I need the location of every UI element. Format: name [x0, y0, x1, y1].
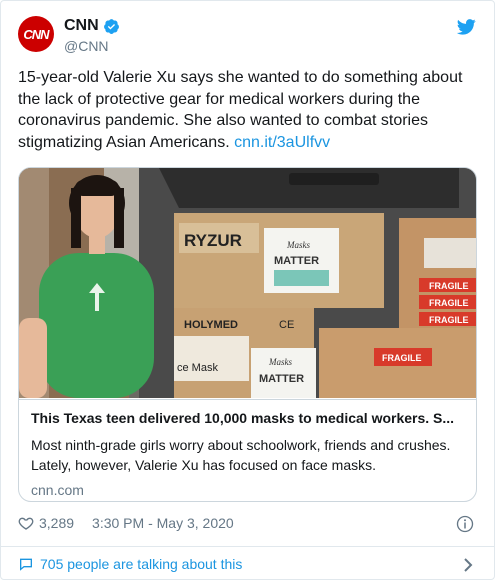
twitter-bird-icon[interactable] [457, 19, 476, 35]
chevron-right-icon[interactable] [463, 557, 473, 573]
speech-bubble-icon [20, 558, 32, 571]
tweet-meta: 3,289 3:30 PM - May 3, 2020 [18, 515, 234, 531]
svg-text:FRAGILE: FRAGILE [429, 298, 469, 308]
link-card-title[interactable]: This Texas teen delivered 10,000 masks t… [31, 410, 466, 426]
link-card-info[interactable]: This Texas teen delivered 10,000 masks t… [19, 399, 476, 498]
svg-text:ce Mask: ce Mask [177, 362, 218, 374]
svg-text:MATTER: MATTER [274, 255, 319, 267]
talking-count-text[interactable]: 705 people are talking about this [40, 556, 242, 572]
photo-illustration: RYZUR Masks MATTER FRAGILE FRAGILE FRAGI… [19, 168, 476, 398]
info-icon[interactable] [456, 515, 474, 533]
link-card-description: Most ninth-grade girls worry about schoo… [31, 437, 451, 473]
svg-text:Masks: Masks [268, 357, 292, 367]
tweet-card[interactable]: CNN CNN @CNN 15-year-old Valerie Xu says… [0, 0, 495, 580]
svg-text:HOLYMED: HOLYMED [184, 319, 238, 331]
tweet-timestamp[interactable]: 3:30 PM - May 3, 2020 [92, 515, 234, 531]
svg-text:CE: CE [279, 319, 294, 331]
ryzur-text: RYZUR [184, 231, 242, 250]
svg-text:Masks: Masks [286, 240, 310, 250]
verified-badge-icon [103, 18, 119, 34]
author-handle[interactable]: @CNN [64, 38, 109, 54]
svg-text:FRAGILE: FRAGILE [429, 281, 469, 291]
article-photo[interactable]: RYZUR Masks MATTER FRAGILE FRAGILE FRAGI… [19, 168, 476, 398]
author-name-row[interactable]: CNN [64, 17, 120, 35]
heart-icon[interactable] [18, 515, 34, 531]
svg-text:FRAGILE: FRAGILE [382, 353, 422, 363]
author-name[interactable]: CNN [64, 17, 99, 35]
tweet-text: 15-year-old Valerie Xu says she wanted t… [18, 67, 473, 153]
like-count[interactable]: 3,289 [39, 515, 74, 531]
conversation-link[interactable]: 705 people are talking about this [18, 556, 242, 572]
svg-text:FRAGILE: FRAGILE [429, 315, 469, 325]
footer-divider [1, 546, 494, 547]
cnn-avatar[interactable]: CNN [18, 16, 54, 52]
svg-text:MATTER: MATTER [259, 373, 304, 385]
avatar-logo-text: CNN [23, 26, 49, 42]
link-preview-card[interactable]: RYZUR Masks MATTER FRAGILE FRAGILE FRAGI… [18, 167, 477, 502]
link-card-domain: cnn.com [31, 482, 84, 498]
tweet-link[interactable]: cnn.it/3aUlfvv [234, 134, 330, 151]
